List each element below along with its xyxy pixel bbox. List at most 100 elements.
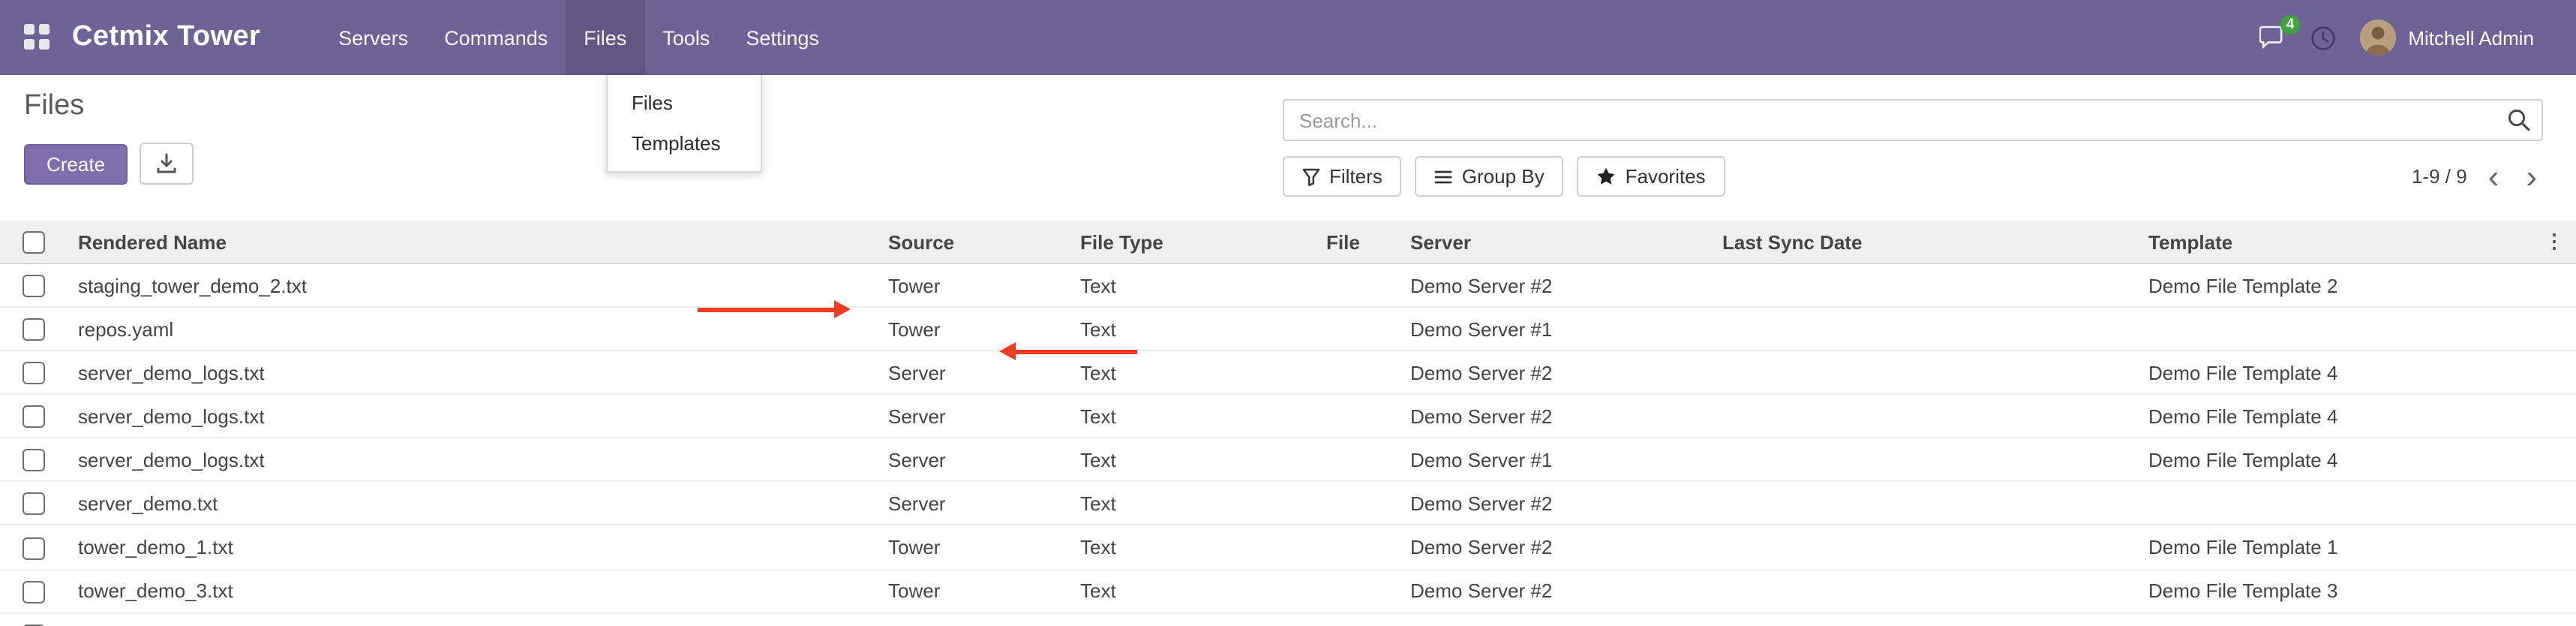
create-button[interactable]: Create <box>24 143 128 184</box>
row-checkbox[interactable] <box>22 363 44 385</box>
annotation-arrow-to-source-tower <box>698 308 836 311</box>
cell-source: Server <box>876 482 1068 525</box>
list-icon <box>1435 167 1453 185</box>
dropdown-item-templates[interactable]: Templates <box>608 123 761 164</box>
cell-options <box>2531 525 2576 569</box>
favorites-button[interactable]: Favorites <box>1578 156 1725 197</box>
table-row[interactable]: staging_tower_demo_2.txt Tower Text Demo… <box>0 263 2576 307</box>
column-header-source[interactable]: Source <box>876 221 1068 263</box>
search-icon[interactable] <box>2507 108 2531 132</box>
column-header-file[interactable]: File <box>1314 221 1398 263</box>
table-body: staging_tower_demo_2.txt Tower Text Demo… <box>0 263 2576 626</box>
cell-server: Demo Server #2 <box>1398 569 1710 612</box>
column-header-file-type[interactable]: File Type <box>1068 221 1314 263</box>
menu-commands[interactable]: Commands <box>426 0 566 75</box>
table-row[interactable]: server_demo_logs.txt Server Text Demo Se… <box>0 395 2576 438</box>
apps-menu-icon[interactable] <box>24 24 51 51</box>
cell-rendered-name: server_demo_logs.txt <box>66 395 876 438</box>
table-row[interactable]: tower_demo_3.txt Tower Text Demo Server … <box>0 569 2576 612</box>
filters-button[interactable]: Filters <box>1283 156 1402 197</box>
row-checkbox[interactable] <box>22 450 44 472</box>
group-by-button[interactable]: Group By <box>1416 156 1564 197</box>
menu-files[interactable]: Files <box>566 0 644 75</box>
cell-file <box>1314 525 1398 569</box>
cell-file <box>1314 263 1398 307</box>
cell-file <box>1314 482 1398 525</box>
cell-file-type: Text <box>1068 351 1314 394</box>
cell-source: Server <box>876 395 1068 438</box>
cell-file <box>1314 612 1398 626</box>
row-checkbox[interactable] <box>22 493 44 516</box>
navbar: Cetmix Tower Servers Commands Files Tool… <box>0 0 2576 75</box>
filters-label: Filters <box>1329 165 1383 188</box>
cell-file-type: Text <box>1068 307 1314 351</box>
cell-file-type: Text <box>1068 263 1314 307</box>
column-header-template[interactable]: Template <box>2136 221 2531 263</box>
cell-template: Demo File Template 4 <box>2136 438 2531 482</box>
column-header-rendered-name[interactable]: Rendered Name <box>66 221 876 263</box>
row-checkbox[interactable] <box>22 406 44 429</box>
cell-template: Demo File Template 1 <box>2136 525 2531 569</box>
cell-template: Demo File Template 2 <box>2136 263 2531 307</box>
table-row[interactable]: server_demo_logs.txt Server Text Demo Se… <box>0 351 2576 394</box>
cell-server: Demo Server #2 <box>1398 263 1710 307</box>
search-input[interactable] <box>1283 99 2543 141</box>
pager-previous-button[interactable]: ‹ <box>2482 160 2505 193</box>
row-checkbox[interactable] <box>22 275 44 297</box>
cell-options <box>2531 482 2576 525</box>
files-table: Rendered Name Source File Type File Serv… <box>0 221 2576 626</box>
download-icon <box>156 153 177 174</box>
cell-server: Demo Server #1 <box>1398 438 1710 482</box>
menu-servers[interactable]: Servers <box>320 0 426 75</box>
row-checkbox[interactable] <box>22 537 44 559</box>
cell-server: Demo Server #2 <box>1398 612 1710 626</box>
table-row[interactable]: server_demo_logs.txt Server Text Demo Se… <box>0 438 2576 482</box>
column-header-server[interactable]: Server <box>1398 221 1710 263</box>
cell-template: Demo File Template 3 <box>2136 569 2531 612</box>
cell-rendered-name: tower_demo_1.txt <box>66 525 876 569</box>
filter-toolbar: Filters Group By F <box>1283 156 2543 197</box>
main-menu: Servers Commands Files Tools Settings <box>320 0 837 75</box>
cell-source: Tower <box>876 612 1068 626</box>
brand-title[interactable]: Cetmix Tower <box>72 21 260 54</box>
activities-button[interactable] <box>2310 25 2336 50</box>
download-button[interactable] <box>140 143 194 185</box>
dropdown-item-files[interactable]: Files <box>608 83 761 123</box>
clock-icon <box>2310 25 2336 50</box>
cell-file <box>1314 395 1398 438</box>
menu-settings[interactable]: Settings <box>728 0 837 75</box>
table-row[interactable]: tower_demo_without_template_staging.txt … <box>0 612 2576 626</box>
cell-source: Tower <box>876 569 1068 612</box>
cell-options <box>2531 612 2576 626</box>
column-header-last-sync-date[interactable]: Last Sync Date <box>1710 221 2136 263</box>
cell-source: Tower <box>876 263 1068 307</box>
row-checkbox[interactable] <box>22 580 44 603</box>
cell-rendered-name: repos.yaml <box>66 307 876 351</box>
cell-file <box>1314 569 1398 612</box>
menu-tools[interactable]: Tools <box>644 0 728 75</box>
table-row[interactable]: repos.yaml Tower Text Demo Server #1 <box>0 307 2576 351</box>
table-row[interactable]: server_demo.txt Server Text Demo Server … <box>0 482 2576 525</box>
pager: 1-9 / 9 ‹ › <box>2412 160 2543 193</box>
cell-rendered-name: server_demo_logs.txt <box>66 438 876 482</box>
cell-file-type: Text <box>1068 438 1314 482</box>
row-checkbox[interactable] <box>22 318 44 341</box>
files-dropdown-menu: Files Templates <box>606 75 762 173</box>
cell-server: Demo Server #1 <box>1398 307 1710 351</box>
pager-next-button[interactable]: › <box>2520 160 2543 193</box>
pager-text: 1-9 / 9 <box>2412 165 2467 188</box>
table-row[interactable]: tower_demo_1.txt Tower Text Demo Server … <box>0 525 2576 569</box>
select-all-checkbox[interactable] <box>22 231 44 254</box>
cell-options <box>2531 351 2576 394</box>
cell-rendered-name: server_demo.txt <box>66 482 876 525</box>
cell-source: Server <box>876 438 1068 482</box>
messages-button[interactable]: 4 <box>2259 26 2286 50</box>
cell-last-sync-date <box>1710 482 2136 525</box>
cell-last-sync-date <box>1710 395 2136 438</box>
cell-options <box>2531 395 2576 438</box>
optional-columns-icon[interactable]: ⋮ <box>2544 230 2562 252</box>
favorites-label: Favorites <box>1626 165 1706 188</box>
cell-rendered-name: server_demo_logs.txt <box>66 351 876 394</box>
chevron-right-icon: › <box>2526 157 2537 194</box>
user-menu[interactable]: Mitchell Admin <box>2360 20 2534 56</box>
